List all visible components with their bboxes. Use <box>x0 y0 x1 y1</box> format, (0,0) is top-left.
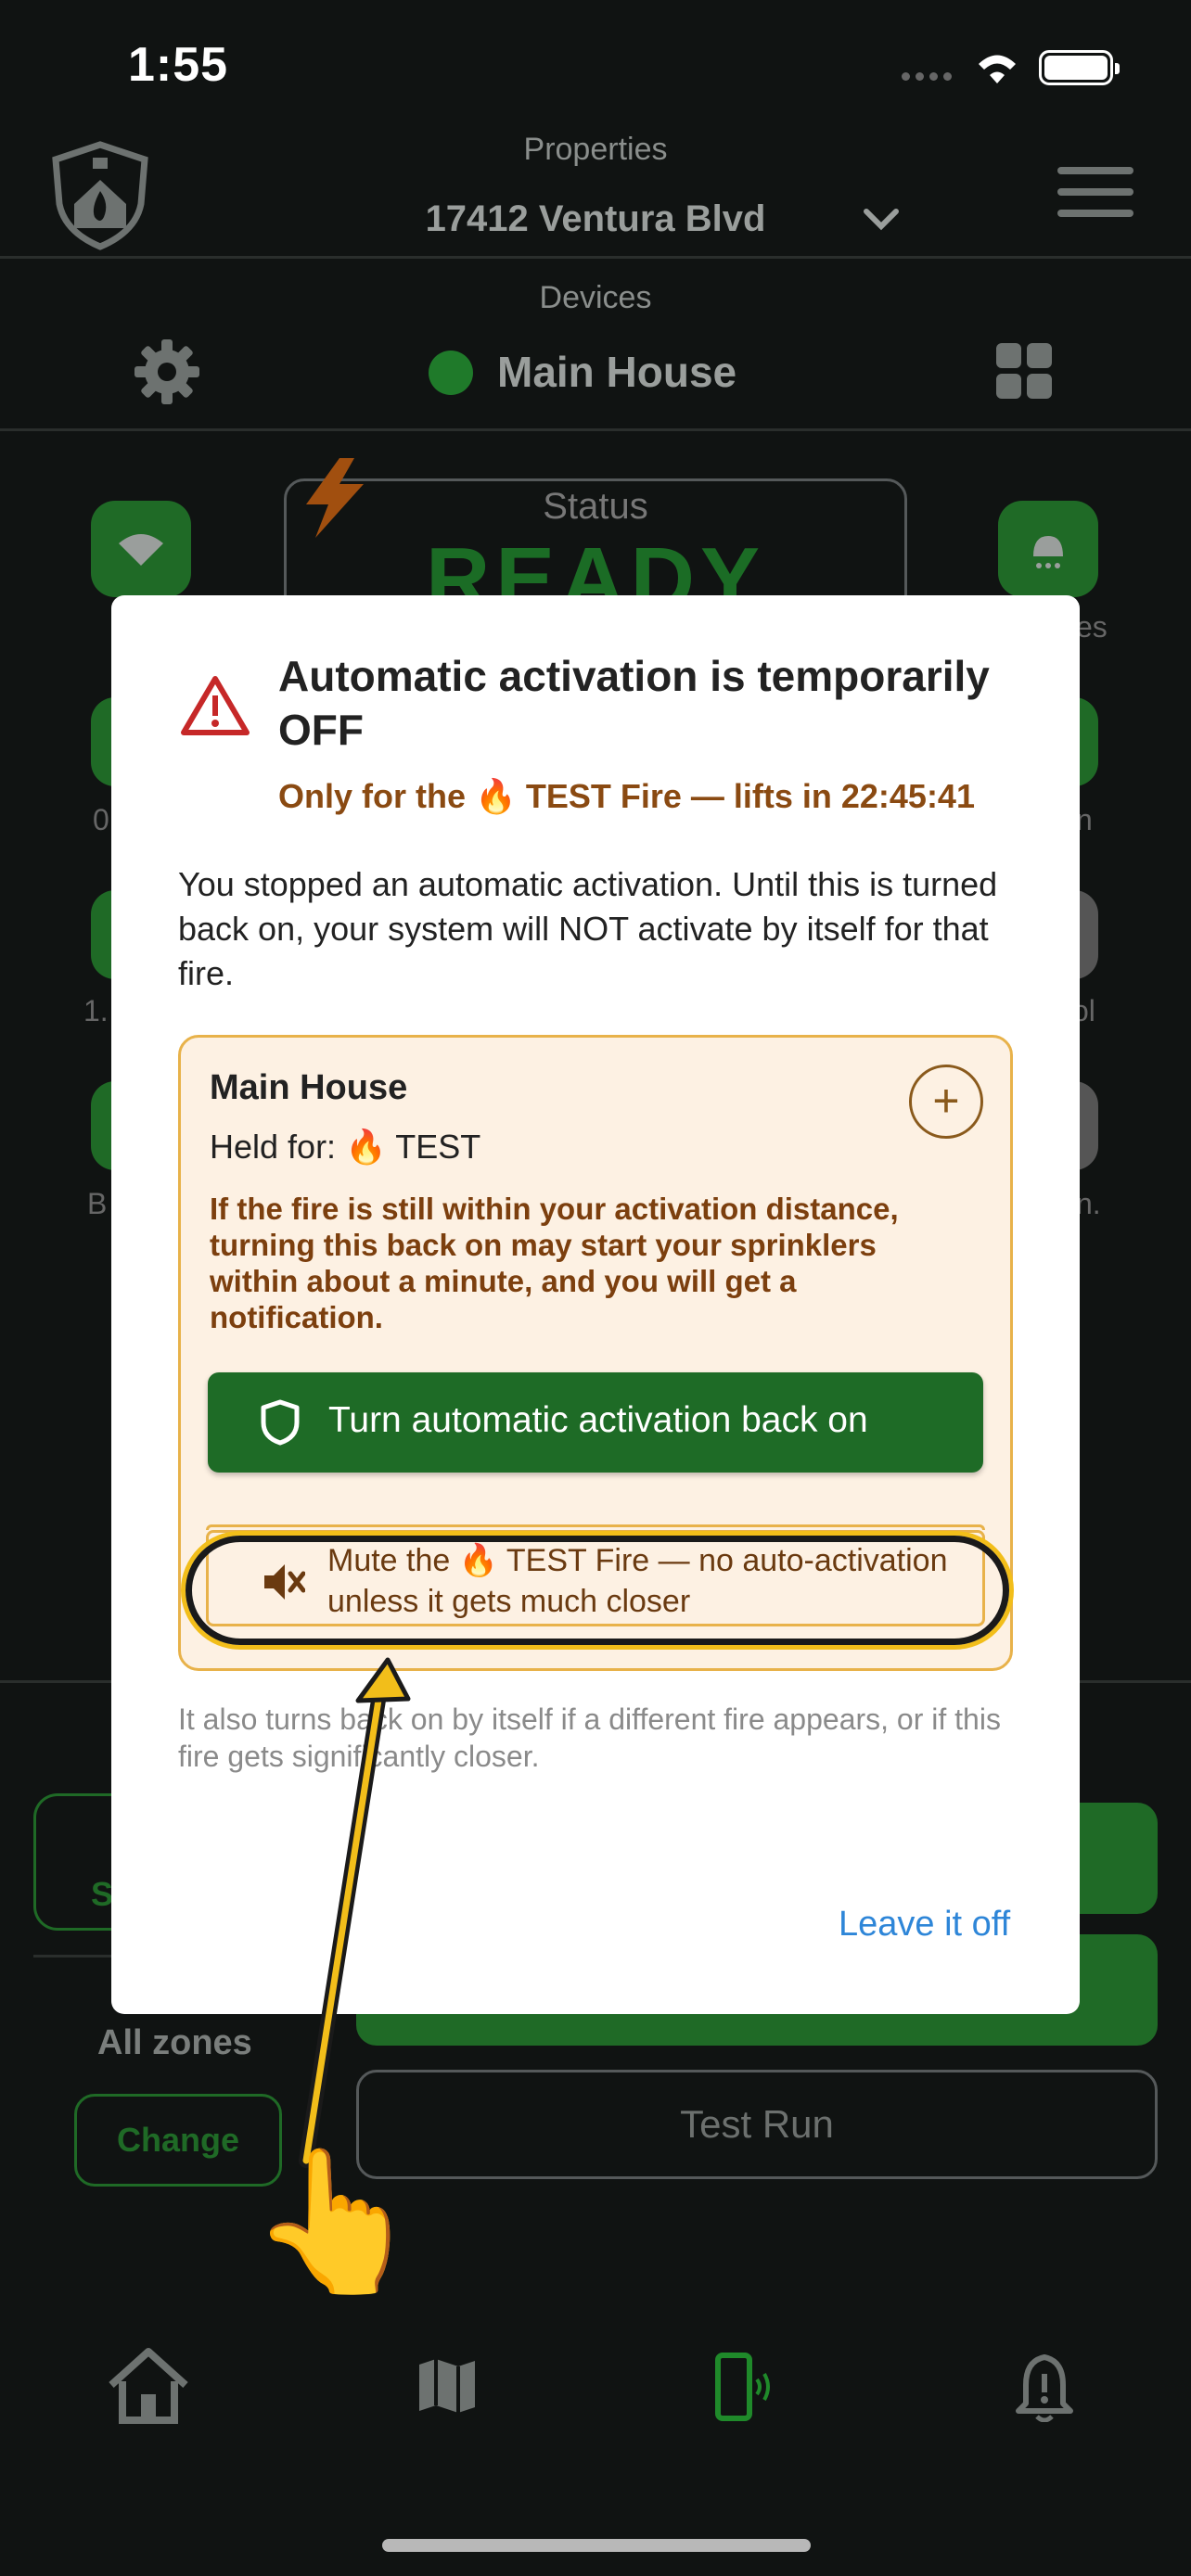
tutorial-arrow <box>299 1657 411 2168</box>
pointing-hand-icon: 👆 <box>249 2143 422 2299</box>
